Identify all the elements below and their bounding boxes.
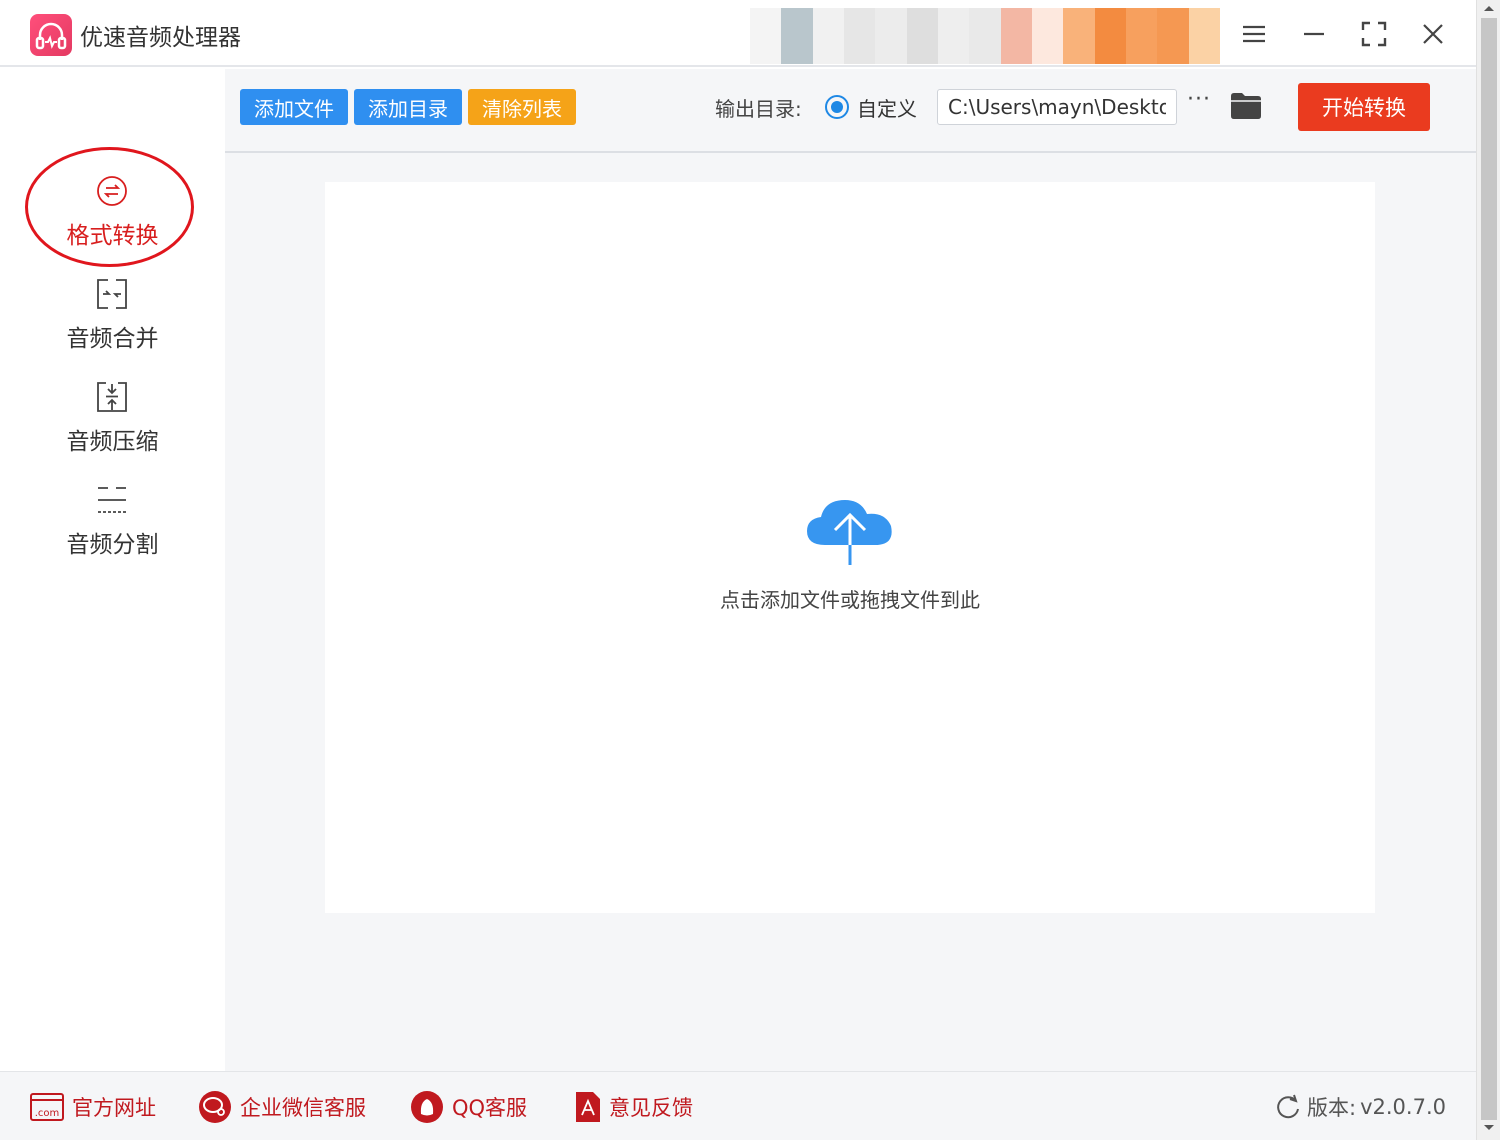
custom-radio-label[interactable]: 自定义 (857, 93, 917, 122)
minimize-icon[interactable] (1294, 14, 1334, 54)
add-directory-button[interactable]: 添加目录 (354, 89, 462, 125)
footer: .com 官方网址 企业微信客服 QQ客服 意见反馈 版本: v2.0.7.0 (0, 1071, 1476, 1140)
clear-list-button[interactable]: 清除列表 (468, 89, 576, 125)
folder-icon[interactable] (1230, 92, 1262, 120)
output-path-field[interactable] (937, 89, 1177, 125)
scroll-down-icon[interactable] (1483, 1124, 1495, 1132)
start-convert-button[interactable]: 开始转换 (1298, 83, 1430, 131)
version-value: v2.0.7.0 (1360, 1095, 1446, 1119)
sidebar-item-audio-compress[interactable]: 音频压缩 (0, 375, 225, 475)
wechat-label: 企业微信客服 (240, 1096, 366, 1120)
more-options-button[interactable]: ··· (1187, 87, 1211, 112)
maximize-icon[interactable] (1354, 14, 1394, 54)
feedback-link[interactable]: 意见反馈 (575, 1092, 693, 1122)
version-info[interactable]: 版本: v2.0.7.0 (1275, 1092, 1446, 1122)
drop-hint-text: 点击添加文件或拖拽文件到此 (720, 588, 980, 612)
sidebar-item-label: 音频分割 (66, 532, 159, 558)
highlight-annotation-circle (25, 147, 194, 267)
merge-icon (97, 279, 127, 309)
output-dir-label: 输出目录: (715, 97, 802, 121)
feedback-document-icon (576, 1092, 600, 1122)
toolbar: 添加文件 添加目录 清除列表 输出目录: 自定义 ··· 开始转换 (225, 69, 1476, 153)
custom-radio[interactable] (825, 95, 849, 119)
wechat-service-link[interactable]: 企业微信客服 (198, 1091, 366, 1123)
sidebar-item-label: 音频压缩 (66, 429, 159, 455)
wechat-icon (199, 1091, 231, 1123)
dotcom-icon: .com (30, 1093, 64, 1121)
title-bar: 优速音频处理器 (0, 0, 1476, 67)
headphones-icon (35, 22, 67, 50)
svg-text:.com: .com (35, 1108, 60, 1119)
close-icon[interactable] (1413, 14, 1453, 54)
app-title: 优速音频处理器 (80, 25, 241, 51)
website-link[interactable]: .com 官方网址 (30, 1092, 156, 1122)
sidebar-item-audio-merge[interactable]: 音频合并 (0, 272, 225, 372)
blurred-account-area (750, 8, 1220, 64)
scroll-thumb[interactable] (1481, 18, 1497, 1120)
file-drop-zone[interactable]: 点击添加文件或拖拽文件到此 (325, 182, 1375, 913)
sidebar-item-label: 音频合并 (66, 326, 159, 352)
menu-icon[interactable] (1234, 14, 1274, 54)
qq-icon (411, 1091, 443, 1123)
main-panel: 添加文件 添加目录 清除列表 输出目录: 自定义 ··· 开始转换 点击添加文件… (225, 69, 1476, 1071)
feedback-label: 意见反馈 (609, 1096, 693, 1120)
split-icon (98, 487, 126, 513)
qq-label: QQ客服 (452, 1096, 528, 1120)
version-label: 版本: (1307, 1096, 1357, 1120)
vertical-scrollbar[interactable] (1476, 0, 1500, 1140)
add-file-button[interactable]: 添加文件 (240, 89, 348, 125)
scroll-up-icon[interactable] (1483, 4, 1495, 12)
qq-service-link[interactable]: QQ客服 (410, 1091, 528, 1123)
cloud-upload-icon (807, 500, 892, 565)
compress-icon (97, 382, 127, 412)
app-logo (30, 14, 72, 56)
refresh-icon[interactable] (1275, 1094, 1301, 1120)
sidebar-item-audio-split[interactable]: 音频分割 (0, 478, 225, 578)
website-label: 官方网址 (72, 1096, 156, 1120)
